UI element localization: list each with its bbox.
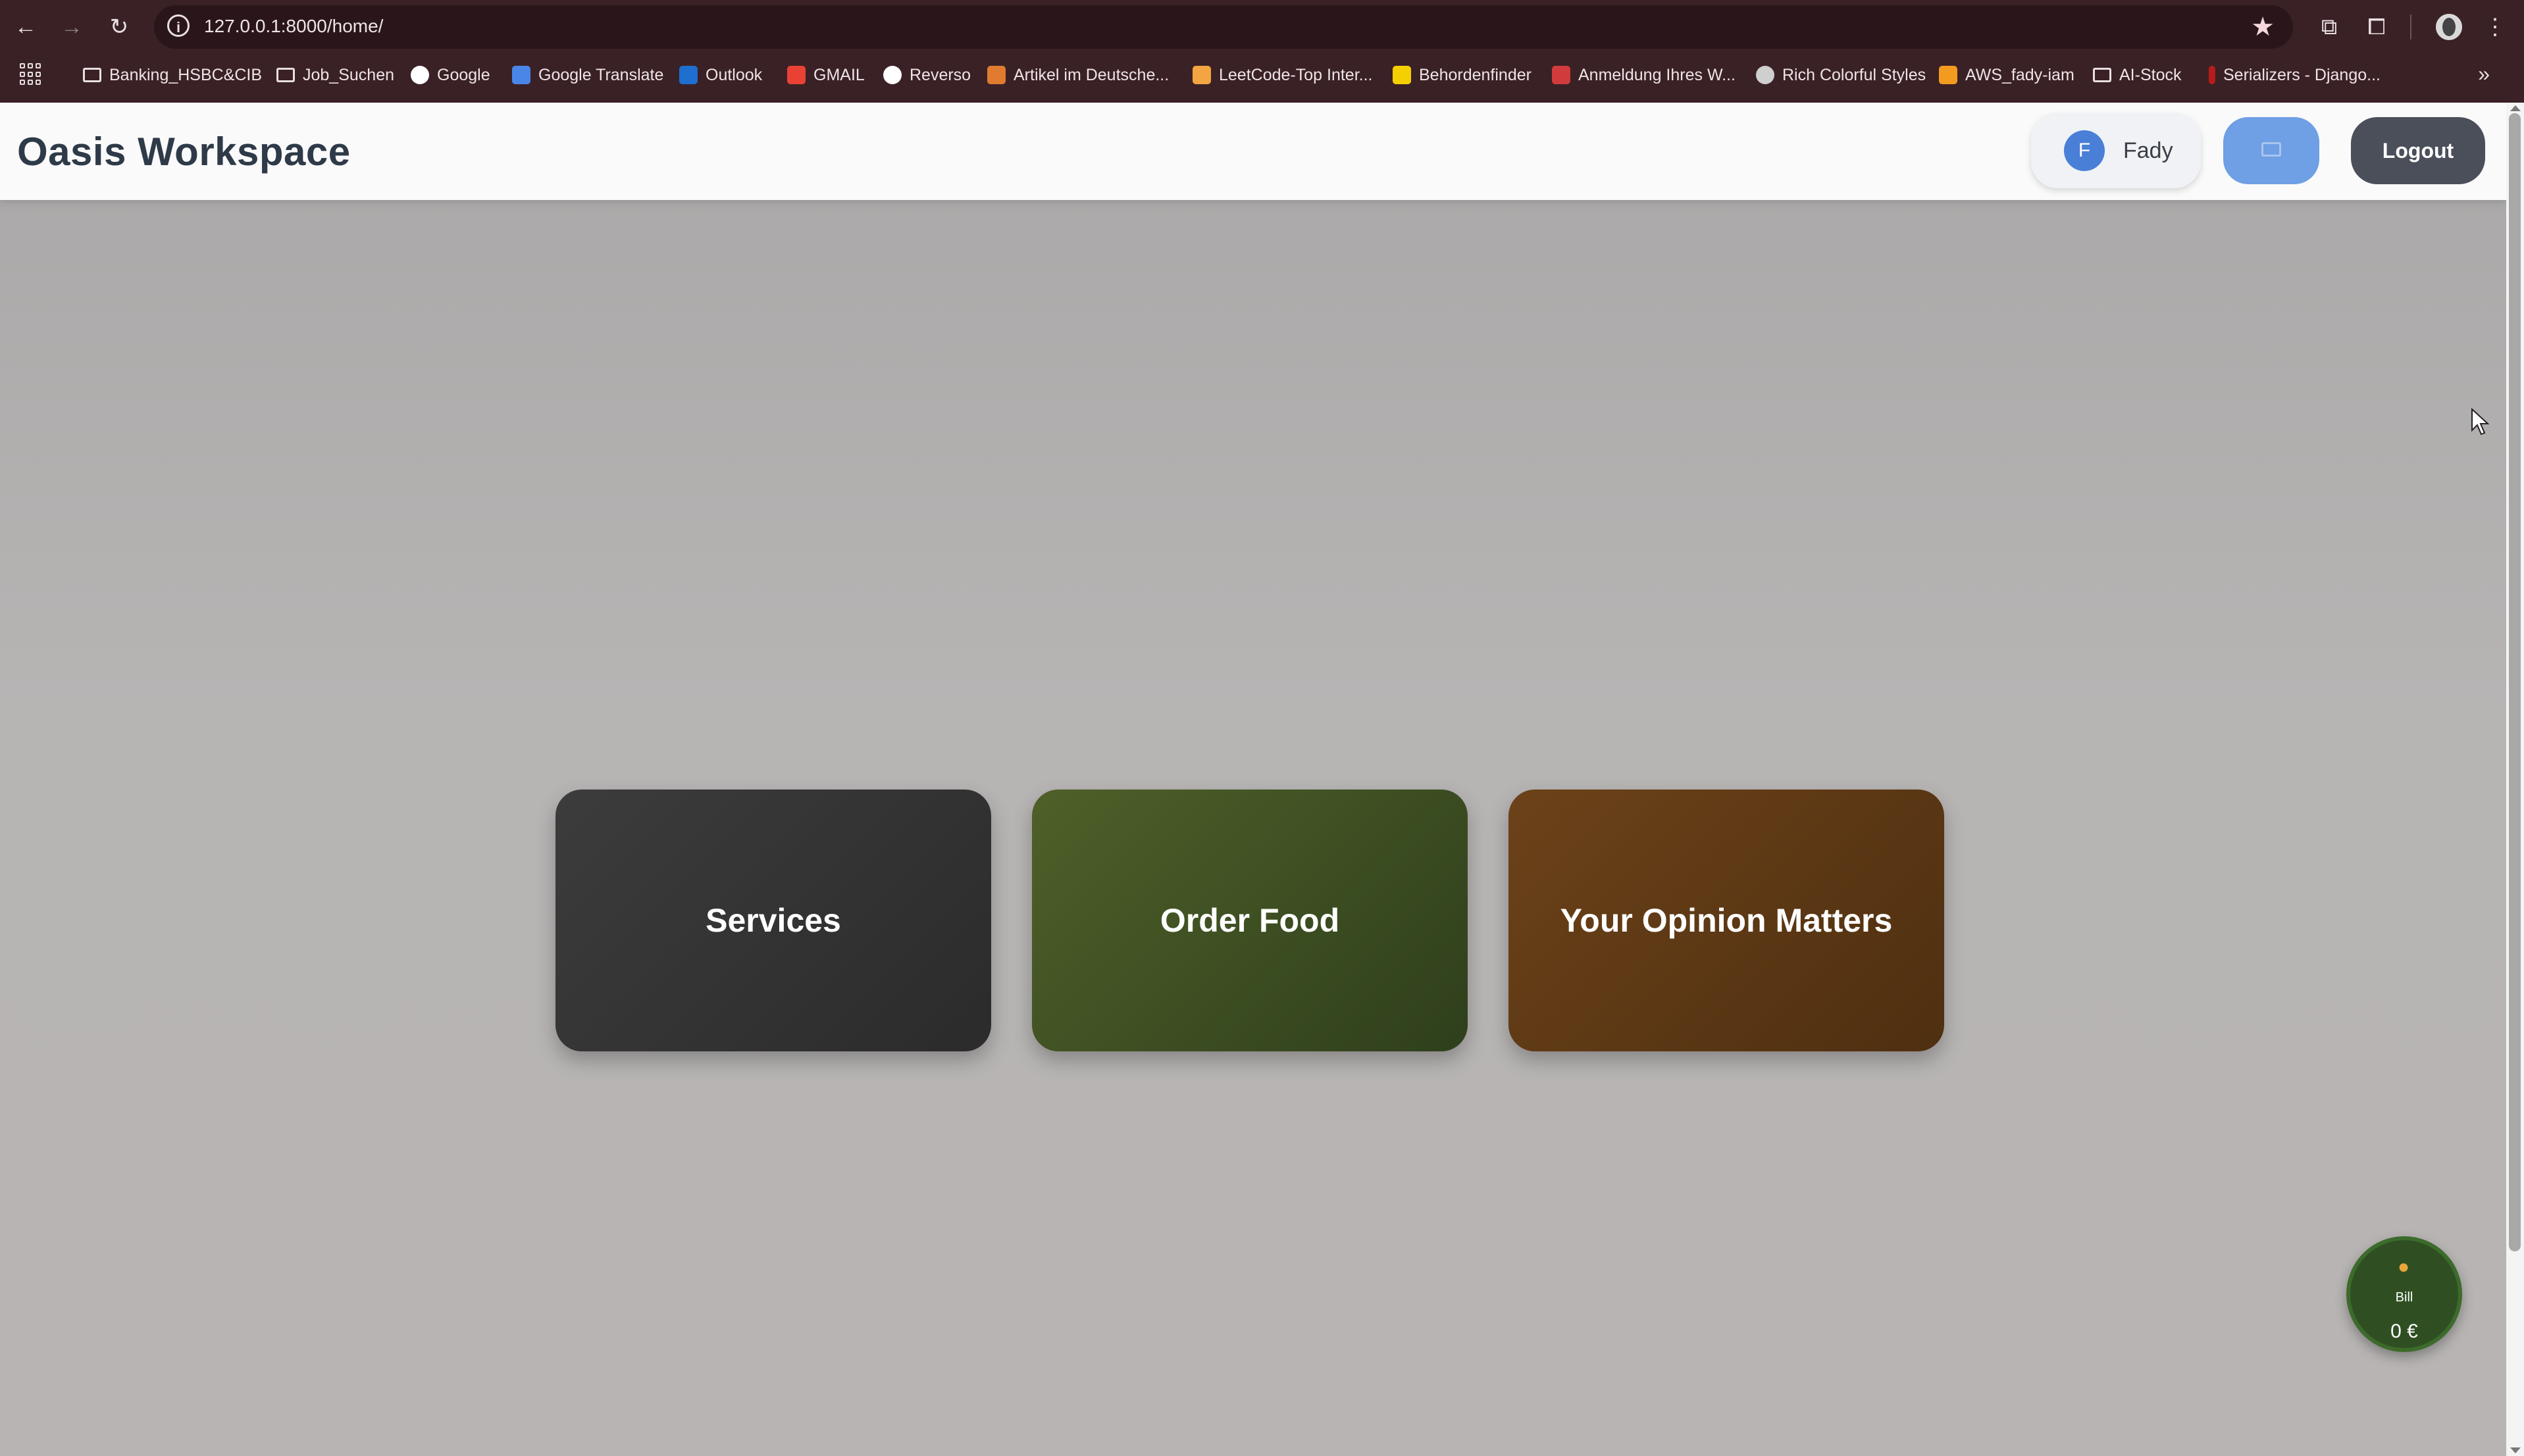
tile-label: Order Food bbox=[1160, 902, 1340, 939]
bookmark-item[interactable]: Google Translate bbox=[512, 63, 663, 87]
bookmark-folder[interactable]: Banking_HSBC&CIB bbox=[83, 63, 262, 87]
bill-button[interactable]: ● Bill 0 € bbox=[2346, 1236, 2462, 1352]
bookmark-label: GMAIL bbox=[813, 65, 865, 84]
bookmark-label: Serializers - Django... bbox=[2223, 65, 2381, 84]
apps-grid-icon[interactable] bbox=[20, 63, 42, 86]
bookmark-item[interactable]: Reverso bbox=[883, 63, 971, 87]
bookmarks-bar: Banking_HSBC&CIB Job_Suchen Google Googl… bbox=[0, 57, 2524, 93]
services-tile[interactable]: Services bbox=[555, 790, 991, 1051]
folder-icon bbox=[276, 68, 295, 82]
mouse-cursor-icon bbox=[2471, 408, 2490, 436]
bookmark-label: Banking_HSBC&CIB bbox=[109, 65, 263, 84]
aws-cube-icon bbox=[1939, 66, 1957, 84]
bookmark-label: Job_Suchen bbox=[303, 65, 395, 84]
extension-icon[interactable]: ⧉ bbox=[2314, 12, 2344, 42]
user-name: Fady bbox=[2123, 138, 2173, 163]
behordenfinder-icon bbox=[1393, 66, 1411, 84]
anmeldung-icon bbox=[1552, 66, 1570, 84]
browser-toolbar: ← → ↻ i 127.0.0.1:8000/home/ ★ ⧉ ⧠ ⋮ bbox=[0, 0, 2524, 54]
extensions-puzzle-icon[interactable]: ⧠ bbox=[2361, 12, 2392, 42]
toolbar-divider bbox=[2410, 14, 2411, 39]
bookmark-item[interactable]: Outlook bbox=[679, 63, 762, 87]
scrollbar-thumb[interactable] bbox=[2509, 113, 2521, 1251]
bookmark-item[interactable]: Artikel im Deutsche... bbox=[987, 63, 1169, 87]
logout-button[interactable]: Logout bbox=[2351, 117, 2485, 184]
bookmark-label: AI-Stock bbox=[2119, 65, 2182, 84]
back-arrow-icon[interactable]: ← bbox=[11, 12, 41, 42]
scroll-down-arrow-icon[interactable] bbox=[2510, 1447, 2521, 1453]
bookmark-label: Rich Colorful Styles bbox=[1782, 65, 1926, 84]
opinion-tile[interactable]: Your Opinion Matters bbox=[1508, 790, 1944, 1051]
bookmark-label: Google bbox=[437, 65, 490, 84]
bookmark-label: Anmeldung Ihres W... bbox=[1578, 65, 1736, 84]
bookmark-star-icon[interactable]: ★ bbox=[2251, 12, 2275, 42]
bookmark-label: Artikel im Deutsche... bbox=[1014, 65, 1170, 84]
address-bar[interactable]: i 127.0.0.1:8000/home/ ★ bbox=[154, 5, 2293, 49]
brand-title[interactable]: Oasis Workspace bbox=[17, 129, 351, 174]
bill-label: Bill bbox=[2395, 1290, 2413, 1305]
more-bookmarks-chevron-icon[interactable]: » bbox=[2478, 62, 2490, 86]
url-text[interactable]: 127.0.0.1:8000/home/ bbox=[204, 16, 383, 37]
folder-icon bbox=[83, 68, 101, 82]
bookmark-item[interactable]: LeetCode-Top Inter... bbox=[1193, 63, 1372, 87]
google-icon bbox=[411, 66, 429, 84]
reload-icon[interactable]: ↻ bbox=[104, 12, 134, 42]
bookmark-item[interactable]: Rich Colorful Styles bbox=[1756, 63, 1926, 87]
bookmark-label: LeetCode-Top Inter... bbox=[1219, 65, 1373, 84]
folder-icon bbox=[2093, 68, 2111, 82]
message-icon bbox=[2261, 142, 2281, 157]
google-translate-icon bbox=[512, 66, 530, 84]
bookmark-item[interactable]: Behordenfinder bbox=[1393, 63, 1532, 87]
bookmark-item[interactable]: GMAIL bbox=[787, 63, 865, 87]
globe-icon bbox=[1756, 66, 1774, 84]
bookmark-item[interactable]: AWS_fady-iam bbox=[1939, 63, 2074, 87]
browser-menu-icon[interactable]: ⋮ bbox=[2480, 12, 2510, 42]
article-icon bbox=[987, 66, 1006, 84]
bookmark-item[interactable]: Serializers - Django... bbox=[2209, 63, 2381, 87]
page-scrollbar[interactable] bbox=[2506, 103, 2524, 1456]
tile-label: Services bbox=[706, 902, 841, 939]
site-info-icon[interactable]: i bbox=[167, 14, 190, 37]
forward-arrow-icon[interactable]: → bbox=[57, 12, 87, 42]
bill-amount: 0 € bbox=[2390, 1320, 2418, 1342]
bookmark-item[interactable]: Google bbox=[411, 63, 490, 87]
order-food-tile[interactable]: Order Food bbox=[1032, 790, 1468, 1051]
scroll-up-arrow-icon[interactable] bbox=[2510, 105, 2521, 111]
money-bag-icon: ● bbox=[2398, 1256, 2410, 1278]
profile-avatar-icon[interactable] bbox=[2434, 12, 2464, 42]
reverso-icon bbox=[883, 66, 902, 84]
outlook-icon bbox=[679, 66, 698, 84]
user-profile-chip[interactable]: F Fady bbox=[2031, 113, 2201, 188]
bookmark-label: Outlook bbox=[706, 65, 763, 84]
bookmark-item[interactable]: Anmeldung Ihres W... bbox=[1552, 63, 1736, 87]
page-background bbox=[0, 103, 2506, 1456]
messages-button[interactable] bbox=[2223, 117, 2319, 184]
bookmark-label: Behordenfinder bbox=[1419, 65, 1532, 84]
django-icon bbox=[2209, 66, 2215, 84]
avatar: F bbox=[2064, 130, 2105, 171]
tile-label: Your Opinion Matters bbox=[1560, 902, 1893, 939]
bookmark-label: Reverso bbox=[910, 65, 971, 84]
app-header: Oasis Workspace F Fady Logout bbox=[0, 103, 2506, 200]
bookmark-folder[interactable]: Job_Suchen bbox=[276, 63, 394, 87]
bookmark-label: Google Translate bbox=[538, 65, 664, 84]
leetcode-icon bbox=[1193, 66, 1211, 84]
bookmark-label: AWS_fady-iam bbox=[1965, 65, 2074, 84]
browser-chrome: ← → ↻ i 127.0.0.1:8000/home/ ★ ⧉ ⧠ ⋮ Ban… bbox=[0, 0, 2524, 103]
gmail-icon bbox=[787, 66, 806, 84]
bookmark-folder[interactable]: AI-Stock bbox=[2093, 63, 2181, 87]
